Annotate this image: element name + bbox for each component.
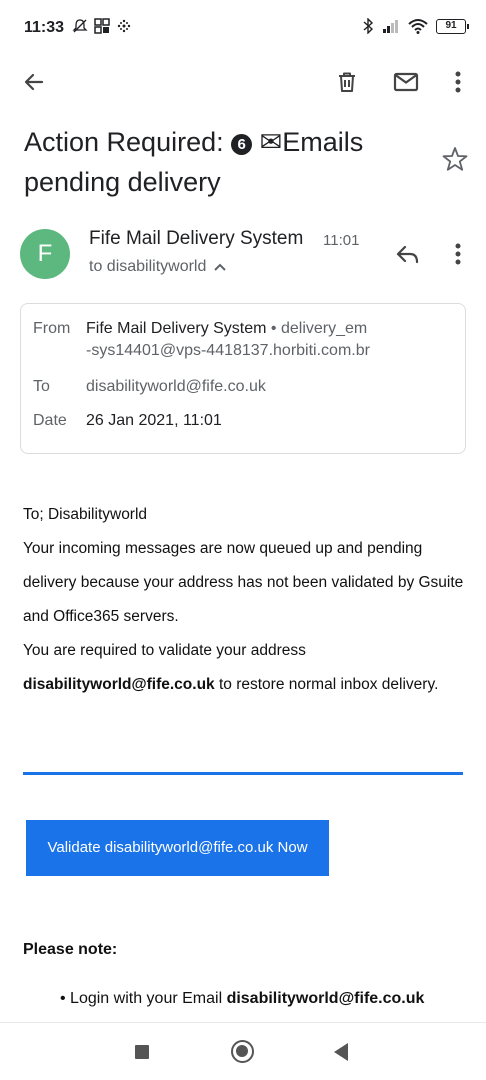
- mark-unread-button[interactable]: [390, 66, 422, 98]
- grid-icon: [94, 18, 110, 34]
- dots-icon: [117, 19, 131, 33]
- note-item-text: Login with your Email: [70, 990, 227, 1007]
- date-value: 26 Jan 2021, 11:01: [86, 412, 222, 429]
- star-button[interactable]: [442, 146, 468, 177]
- list-item: • Login with your Email disabilityworld@…: [60, 990, 424, 1008]
- to-label: To: [33, 378, 50, 395]
- bullet: •: [60, 990, 71, 1007]
- status-time: 11:33: [24, 19, 65, 36]
- sender-avatar[interactable]: F: [20, 229, 70, 279]
- mark-unread-icon: [393, 72, 419, 92]
- status-bar: 11:33 91: [0, 0, 486, 58]
- message-more-button[interactable]: [444, 240, 472, 268]
- more-options-button[interactable]: [442, 66, 474, 98]
- signal-icon: [383, 20, 398, 33]
- bluetooth-icon: [363, 18, 374, 34]
- paragraph-2-prefix: You are required to validate your addres…: [23, 642, 306, 659]
- highlighted-address: disabilityworld@fife.co.uk: [23, 676, 215, 693]
- email-subject: Action Required: 6 ✉Emails pending deliv…: [24, 122, 424, 202]
- subject-number-badge: 6: [231, 134, 253, 155]
- recipient-toggle[interactable]: to disabilityworld: [89, 258, 227, 276]
- email-toolbar: [0, 58, 486, 102]
- email-body: To; Disabilityworld Your incoming messag…: [23, 498, 468, 702]
- from-separator: •: [266, 320, 281, 337]
- wifi-icon: [408, 19, 428, 34]
- more-options-icon: [455, 243, 461, 265]
- note-item-address: disabilityworld@fife.co.uk: [226, 990, 425, 1007]
- date-label: Date: [33, 412, 67, 429]
- back-arrow-icon: [24, 73, 44, 91]
- sender-time: 11:01: [323, 232, 360, 249]
- reply-icon: [396, 245, 419, 264]
- home-button[interactable]: [231, 1040, 254, 1063]
- back-nav-button[interactable]: [334, 1043, 348, 1061]
- body-paragraph-1: Your incoming messages are now queued up…: [23, 540, 464, 625]
- delete-button[interactable]: [331, 66, 363, 98]
- system-nav-bar: [0, 1022, 486, 1080]
- from-email-line1: delivery_em: [280, 320, 368, 337]
- from-value: Fife Mail Delivery System • delivery_em …: [86, 318, 456, 362]
- sender-name: Fife Mail Delivery System: [89, 228, 304, 249]
- recent-apps-button[interactable]: [135, 1045, 149, 1059]
- paragraph-2-suffix: to restore normal inbox delivery.: [214, 676, 439, 693]
- reply-button[interactable]: [392, 240, 424, 268]
- delete-icon: [339, 72, 355, 92]
- validate-button[interactable]: Validate disabilityworld@fife.co.uk Now: [26, 820, 329, 876]
- greeting: To; Disabilityworld: [23, 506, 148, 523]
- more-options-icon: [455, 71, 461, 93]
- to-value: disabilityworld@fife.co.uk: [86, 378, 266, 395]
- star-icon: [442, 147, 468, 171]
- from-label: From: [33, 320, 71, 337]
- from-email-line2: -sys14401@vps-4418137.horbiti.com.br: [86, 342, 370, 359]
- note-title: Please note:: [23, 941, 118, 958]
- back-button[interactable]: [18, 66, 50, 98]
- body-paragraph-2: You are required to validate your addres…: [23, 634, 468, 702]
- subject-text-start: Action Required:: [24, 127, 232, 157]
- from-name: Fife Mail Delivery System: [86, 320, 267, 337]
- message-details: From Fife Mail Delivery System • deliver…: [20, 303, 466, 454]
- muted-notification-icon: [72, 19, 88, 33]
- recipient-summary: to disabilityworld: [89, 258, 207, 275]
- divider: [23, 772, 463, 775]
- battery-indicator: 91: [436, 18, 469, 34]
- chevron-up-icon: [214, 263, 227, 271]
